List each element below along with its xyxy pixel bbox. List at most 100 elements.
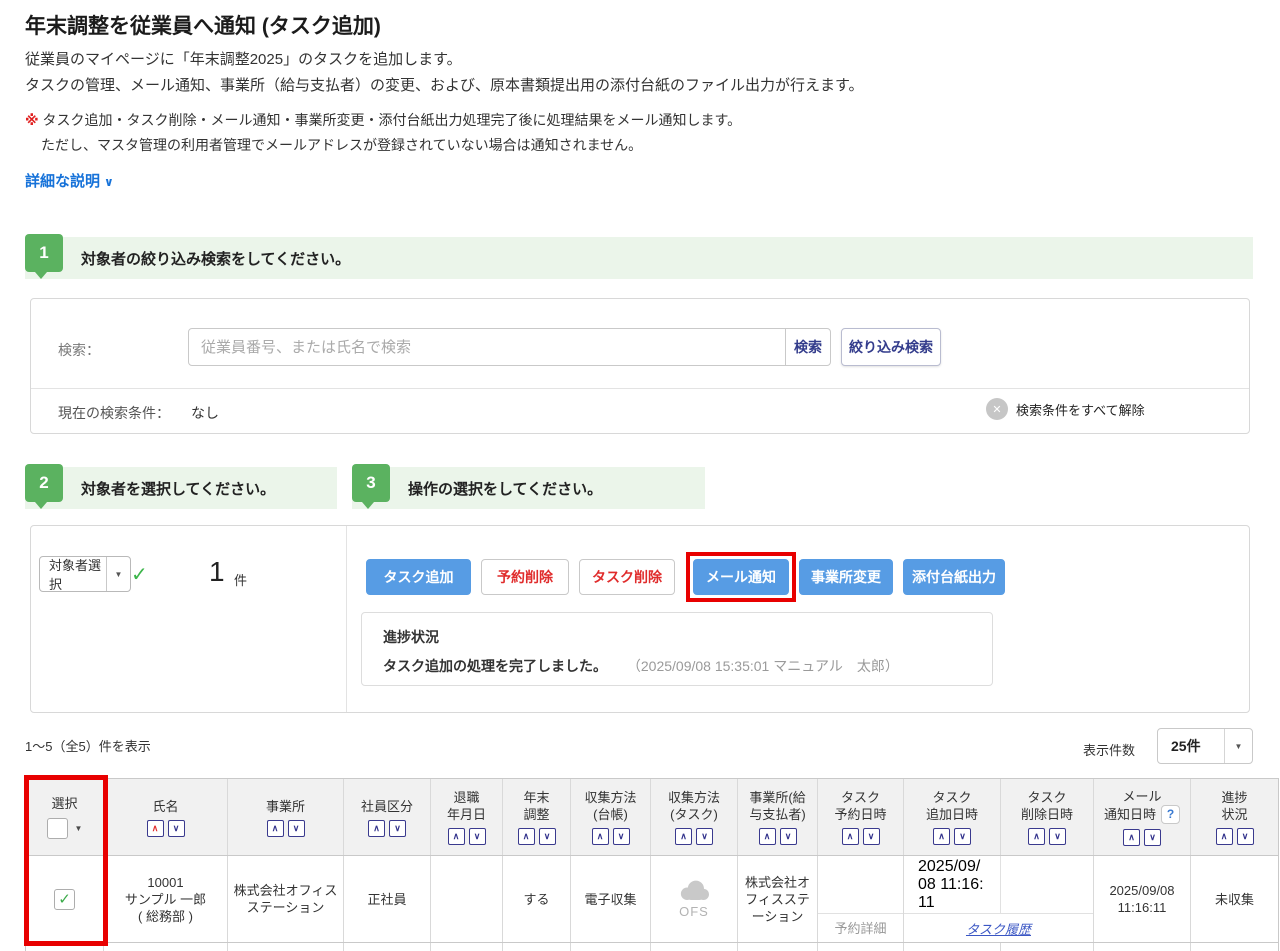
sort-asc-button[interactable]: ∧ — [675, 828, 692, 845]
col-header-office-payer: 事業所(給 与支払者) ∧∨ — [738, 779, 818, 855]
caret-down-icon: ▼ — [106, 557, 130, 591]
sort-desc-button[interactable]: ∨ — [1237, 828, 1254, 845]
col-header-office: 事業所 ∧∨ — [228, 779, 344, 855]
clear-x-icon: ✕ — [986, 398, 1008, 420]
row-checkbox[interactable]: ✓ — [54, 889, 75, 910]
task-delete-button[interactable]: タスク削除 — [579, 559, 675, 595]
sort-desc-button[interactable]: ∨ — [954, 828, 971, 845]
col-header-retirement-date: 退職 年月日 ∧∨ — [431, 779, 503, 855]
step3-band: 3 操作の選択をしてください。 — [352, 467, 705, 509]
table-row: ✓ 10001 サンプル 一郎 ( 総務部 ) 株式会社オフィスステーション 正… — [26, 856, 1278, 943]
divider — [346, 526, 347, 712]
ofs-cloud-status: OFS — [674, 878, 714, 920]
progress-message: タスク追加の処理を完了しました。 — [383, 658, 607, 674]
col-header-nencho: 年末 調整 ∧∨ — [503, 779, 571, 855]
sort-asc-button[interactable]: ∧ — [267, 820, 284, 837]
notice: ※ タスク追加・タスク削除・メール通知・事業所変更・添付台紙出力処理完了後に処理… — [25, 108, 741, 158]
target-select-dropdown[interactable]: 対象者選択 ▼ — [39, 556, 131, 592]
step3-badge: 3 — [352, 464, 390, 502]
step2-label: 対象者を選択してください。 — [81, 478, 275, 499]
sort-asc-button[interactable]: ∧ — [147, 820, 164, 837]
search-input[interactable] — [188, 328, 786, 366]
detail-description-link[interactable]: 詳細な説明∨ — [25, 170, 114, 191]
col-header-task-reserve-datetime: タスク 予約日時 ∧∨ — [818, 779, 904, 855]
sort-desc-button[interactable]: ∨ — [288, 820, 305, 837]
mail-notify-button[interactable]: メール通知 — [693, 559, 789, 595]
per-page-dropdown[interactable]: 25件 ▼ — [1157, 728, 1253, 764]
selected-count: 1 — [209, 556, 225, 588]
search-label: 検索： — [58, 340, 100, 360]
current-condition-value: なし — [191, 403, 219, 423]
step3-label: 操作の選択をしてください。 — [408, 478, 602, 499]
row-status-cell: 未収集 — [1191, 856, 1278, 942]
sort-asc-button[interactable]: ∧ — [448, 828, 465, 845]
sort-asc-button[interactable]: ∧ — [842, 828, 859, 845]
row-retirement-date-cell — [431, 856, 503, 942]
reserve-detail-link[interactable]: 予約詳細 — [834, 920, 886, 937]
notice-line: ただし、マスタ管理の利用者管理でメールアドレスが登録されていない場合は通知されま… — [25, 133, 741, 158]
page-description: 従業員のマイページに「年末調整2025」のタスクを追加します。 タスクの管理、メ… — [25, 47, 864, 99]
office-change-button[interactable]: 事業所変更 — [799, 559, 893, 595]
sort-desc-button[interactable]: ∨ — [168, 820, 185, 837]
check-icon: ✓ — [58, 891, 71, 908]
sort-asc-button[interactable]: ∧ — [518, 828, 535, 845]
progress-title: 進捗状況 — [383, 627, 439, 647]
col-header-progress-status: 進捗 状況 ∧∨ — [1191, 779, 1278, 855]
sort-asc-button[interactable]: ∧ — [1123, 829, 1140, 846]
row-collect-task-cell: OFS — [651, 856, 738, 942]
employee-table: 選択 ▼ 氏名 ∧∨ 事業所 ∧∨ 社員区分 ∧∨ 退職 年月日 — [25, 778, 1279, 951]
sort-desc-button[interactable]: ∨ — [1144, 829, 1161, 846]
sort-asc-button[interactable]: ∧ — [933, 828, 950, 845]
row-mail-notify-cell: 2025/09/08 11:16:11 — [1094, 856, 1191, 942]
select-all-checkbox[interactable] — [47, 818, 68, 839]
search-panel: 検索： 検索 絞り込み検索 現在の検索条件： なし ✕ 検索条件をすべて解除 — [30, 298, 1250, 434]
sort-desc-button[interactable]: ∨ — [539, 828, 556, 845]
reserve-delete-button[interactable]: 予約削除 — [481, 559, 569, 595]
per-page-label: 表示件数 — [1083, 740, 1135, 759]
col-header-mail-notify-datetime: メール 通知日時 ? ∧∨ — [1094, 779, 1191, 855]
attachment-output-button[interactable]: 添付台紙出力 — [903, 559, 1005, 595]
row-name-cell: 10001 サンプル 一郎 ( 総務部 ) — [104, 856, 228, 942]
sort-desc-button[interactable]: ∨ — [389, 820, 406, 837]
help-icon[interactable]: ? — [1161, 805, 1180, 824]
row-office-payer-cell: 株式会社オフィスステーション — [738, 856, 818, 942]
row-office-cell: 株式会社オフィスステーション — [228, 856, 344, 942]
task-history-link[interactable]: タスク履歴 — [966, 919, 1031, 938]
row-employee-type-cell: 正社員 — [344, 856, 431, 942]
task-add-datetime: 2025/09/08 11:16:11 — [904, 856, 1001, 913]
progress-panel: 進捗状況 タスク追加の処理を完了しました。 （2025/09/08 15:35:… — [361, 612, 993, 686]
sort-asc-button[interactable]: ∧ — [759, 828, 776, 845]
cloud-icon — [674, 878, 714, 902]
sort-desc-button[interactable]: ∨ — [696, 828, 713, 845]
sort-asc-button[interactable]: ∧ — [592, 828, 609, 845]
sort-asc-button[interactable]: ∧ — [1216, 828, 1233, 845]
current-condition-label: 現在の検索条件： — [58, 403, 170, 423]
sort-desc-button[interactable]: ∨ — [780, 828, 797, 845]
chevron-down-icon: ∨ — [104, 175, 114, 189]
select-menu-caret-icon[interactable]: ▼ — [75, 820, 83, 837]
description-line: タスクの管理、メール通知、事業所（給与支払者）の変更、および、原本書類提出用の添… — [25, 73, 864, 99]
search-button[interactable]: 検索 — [785, 328, 831, 366]
col-header-employee-type: 社員区分 ∧∨ — [344, 779, 431, 855]
step1-label: 対象者の絞り込み検索をしてください。 — [81, 248, 350, 269]
filter-search-button[interactable]: 絞り込み検索 — [841, 328, 941, 366]
sort-desc-button[interactable]: ∨ — [613, 828, 630, 845]
col-header-collect-ledger: 収集方法 (台帳) ∧∨ — [571, 779, 651, 855]
caret-down-icon: ▼ — [1224, 729, 1252, 763]
task-add-button[interactable]: タスク追加 — [366, 559, 471, 595]
divider — [31, 388, 1249, 389]
sort-asc-button[interactable]: ∧ — [1028, 828, 1045, 845]
ofs-label: OFS — [679, 903, 709, 920]
notice-line: ※ タスク追加・タスク削除・メール通知・事業所変更・添付台紙出力処理完了後に処理… — [25, 108, 741, 133]
selection-actions-panel: 対象者選択 ▼ ✓ 1 件 タスク追加 予約削除 タスク削除 メール通知 事業所… — [30, 525, 1250, 713]
step2-badge: 2 — [25, 464, 63, 502]
clear-search-conditions[interactable]: ✕ 検索条件をすべて解除 — [986, 398, 1145, 420]
sort-desc-button[interactable]: ∨ — [469, 828, 486, 845]
progress-message-line: タスク追加の処理を完了しました。 （2025/09/08 15:35:01 マニ… — [383, 656, 899, 676]
row-collect-ledger-cell: 電子収集 — [571, 856, 651, 942]
sort-desc-button[interactable]: ∨ — [863, 828, 880, 845]
sort-asc-button[interactable]: ∧ — [368, 820, 385, 837]
sort-desc-button[interactable]: ∨ — [1049, 828, 1066, 845]
page: 年末調整を従業員へ通知 (タスク追加) 従業員のマイページに「年末調整2025」… — [0, 0, 1280, 951]
selected-count-unit: 件 — [234, 570, 247, 589]
